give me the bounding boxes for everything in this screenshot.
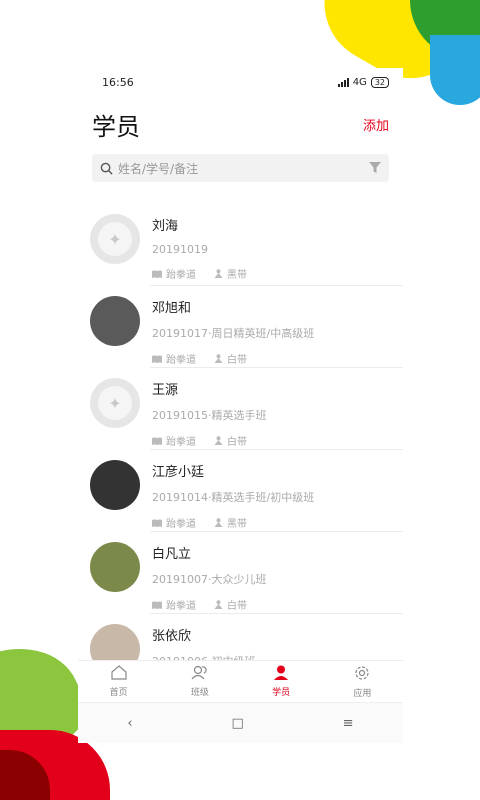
student-name: 江彦小廷 [152, 465, 205, 480]
student-name: 张依欣 [152, 629, 192, 644]
tab-class[interactable]: 班级 [159, 661, 240, 702]
belt-label: 白带 [227, 437, 247, 448]
student-name: 王源 [152, 383, 179, 398]
person-icon [214, 600, 223, 609]
student-detail: 20191014·精英选手班/初中级班 [152, 491, 315, 504]
placeholder-logo-icon: ✦ [98, 222, 132, 256]
belt-label: 白带 [227, 601, 247, 612]
book-icon [152, 355, 162, 363]
sport-tag: 跆拳道 [152, 515, 196, 530]
add-student-button[interactable]: 添加 [363, 115, 389, 134]
tab-home[interactable]: 首页 [78, 661, 159, 702]
filter-icon[interactable] [369, 162, 381, 174]
sport-tag: 跆拳道 [152, 351, 196, 366]
sport-label: 跆拳道 [166, 355, 196, 366]
book-icon [152, 519, 162, 527]
nav-menu-button[interactable]: ≡ [343, 716, 354, 731]
network-label: 4G [352, 76, 367, 88]
tab-student[interactable]: 学员 [241, 661, 322, 702]
search-icon [100, 162, 113, 175]
student-detail: 20191015·精英选手班 [152, 409, 267, 422]
student-row[interactable]: 江彦小廷 20191014·精英选手班/初中级班跆拳道 黑带 [78, 450, 403, 532]
person-icon [214, 436, 223, 445]
sport-label: 跆拳道 [166, 437, 196, 448]
belt-label: 黑带 [227, 519, 247, 530]
tab-bar: 首页 班级 学员 应用 [78, 660, 403, 702]
avatar [90, 542, 140, 592]
belt-tag: 白带 [214, 351, 247, 366]
home-icon [111, 665, 127, 683]
belt-tag: 黑带 [214, 515, 247, 530]
avatar [90, 460, 140, 510]
belt-tag: 白带 [214, 597, 247, 612]
placeholder-logo-icon: ✦ [98, 386, 132, 420]
student-row[interactable]: 白凡立 20191007·大众少儿班跆拳道 白带 [78, 532, 403, 614]
signal-icon [337, 77, 349, 87]
sport-tag: 跆拳道 [152, 266, 196, 281]
system-nav-bar: ‹ □ ≡ [78, 702, 403, 743]
nav-back-button[interactable]: ‹ [127, 716, 132, 731]
belt-tag: 黑带 [214, 266, 247, 281]
status-bar: 16:56 4G 32 [78, 68, 403, 96]
default-avatar: ✦ [90, 378, 140, 428]
student-name: 白凡立 [152, 547, 192, 562]
student-icon [273, 665, 289, 683]
tab-label: 学员 [272, 688, 291, 698]
belt-tag: 白带 [214, 433, 247, 448]
sport-tag: 跆拳道 [152, 433, 196, 448]
student-detail: 20191017·周日精英班/中高级班 [152, 327, 315, 340]
person-icon [214, 269, 223, 278]
search-bar[interactable]: 姓名/学号/备注 [92, 154, 389, 182]
search-input[interactable]: 姓名/学号/备注 [118, 160, 369, 177]
student-row[interactable]: ✦ 王源 20191015·精英选手班跆拳道 白带 [78, 368, 403, 450]
class-icon [191, 665, 209, 683]
phone-screen: 16:56 4G 32 学员 添加 姓名/学号/备注 ✦ 刘海 20191019 跆拳… [78, 68, 403, 743]
nav-home-button[interactable]: □ [231, 716, 243, 731]
battery-icon: 32 [370, 76, 389, 88]
person-icon [214, 354, 223, 363]
person-icon [214, 518, 223, 527]
belt-label: 黑带 [227, 270, 247, 281]
student-name: 邓旭和 [152, 301, 192, 316]
belt-label: 白带 [227, 355, 247, 366]
student-detail: 20191019 [152, 243, 208, 256]
status-time: 16:56 [102, 75, 134, 89]
tab-label: 应用 [353, 688, 372, 699]
student-name: 刘海 [152, 219, 179, 234]
sport-label: 跆拳道 [166, 270, 196, 281]
student-row[interactable]: ✦ 刘海 20191019 跆拳道 黑带 [78, 204, 403, 286]
student-detail: 20191007·大众少儿班 [152, 573, 267, 586]
student-row[interactable]: 邓旭和 20191017·周日精英班/中高级班跆拳道 白带 [78, 286, 403, 368]
avatar [90, 296, 140, 346]
page-header: 学员 添加 [78, 102, 403, 146]
tab-gear[interactable]: 应用 [322, 661, 403, 702]
decor-blue-shape [430, 35, 480, 105]
gear-icon [354, 665, 370, 684]
student-list: ✦ 刘海 20191019 跆拳道 黑带 邓旭和 20191017·周日精英班/中高级班 跆拳… [78, 204, 403, 696]
book-icon [152, 270, 162, 278]
default-avatar: ✦ [90, 214, 140, 264]
tab-label: 班级 [190, 688, 209, 698]
sport-label: 跆拳道 [166, 601, 196, 612]
sport-tag: 跆拳道 [152, 597, 196, 612]
book-icon [152, 437, 162, 445]
book-icon [152, 601, 162, 609]
tab-label: 首页 [109, 688, 128, 698]
sport-label: 跆拳道 [166, 519, 196, 530]
page-title: 学员 [92, 112, 140, 141]
